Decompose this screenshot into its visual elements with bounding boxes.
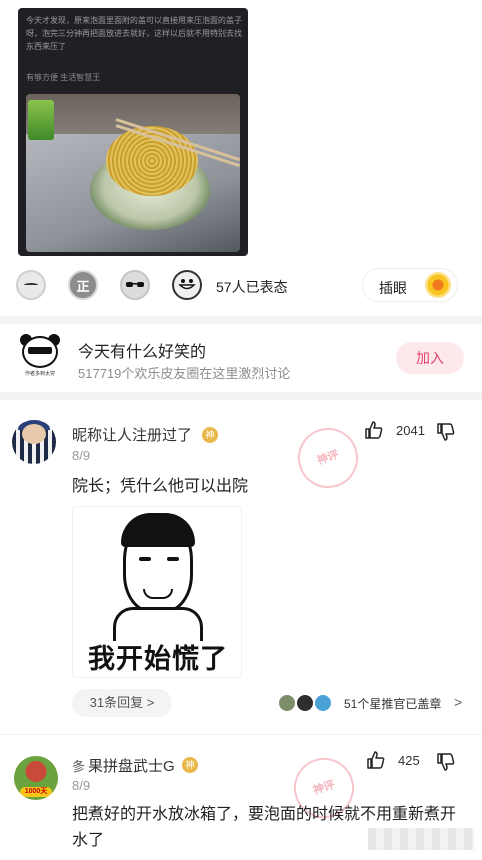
sunglasses-emoji-icon[interactable] — [120, 270, 150, 300]
comment-date: 8/9 — [72, 448, 91, 463]
god-comment-badge: 神 — [202, 427, 218, 443]
comment-divider — [0, 734, 482, 735]
join-button[interactable]: 加入 — [396, 342, 464, 374]
circle-row[interactable]: 作者多到太穷 今天有什么好笑的 517719个欢乐皮友圈在这里激烈讨论 加入 — [0, 324, 482, 390]
circle-title: 今天有什么好笑的 — [78, 344, 207, 361]
reaction-bar: 正 57人已表态 插眼 — [16, 268, 466, 304]
stamper-avatars[interactable] — [278, 694, 338, 712]
post-text: 今天才发现，原来泡面里面附的盖可以直接用来压泡面的盖子呀，泡完三分钟再把面放进去… — [26, 16, 242, 51]
avatar-tag: 1000天 — [20, 787, 52, 797]
comment-text: 院长；凭什么他可以出院 — [72, 478, 249, 495]
avatar — [278, 694, 296, 712]
post-signature: 有够方便 生活智慧王 — [26, 73, 101, 82]
pick-button[interactable]: 插眼 — [362, 268, 458, 302]
comment-author[interactable]: 昵称让人注册过了 — [72, 424, 192, 445]
post-image[interactable]: 今天才发现，原来泡面里面附的盖可以直接用来压泡面的盖子呀，泡完三分钟再把面放进去… — [18, 8, 248, 256]
drink-can — [28, 100, 54, 140]
avatar — [296, 694, 314, 712]
comment-author-prefix: 㣊 — [72, 759, 86, 774]
blurred-overlay — [368, 828, 474, 850]
stamp-count[interactable]: 51个星推官已盖章 — [344, 695, 441, 712]
thumbs-down-icon[interactable] — [436, 752, 456, 772]
meme-image[interactable]: 我开始慌了 — [72, 506, 242, 678]
circle-subtitle: 517719个欢乐皮友圈在这里激烈讨论 — [78, 366, 291, 381]
section-divider — [0, 392, 482, 400]
laugh-emoji-icon[interactable] — [16, 270, 46, 300]
thumbs-down-icon[interactable] — [436, 422, 456, 442]
like-count: 2041 — [396, 423, 425, 438]
god-comment-badge: 神 — [182, 757, 198, 773]
comment-author[interactable]: 果拼盘武士G — [88, 755, 175, 776]
avatar[interactable]: 1000天 — [14, 756, 58, 800]
sunflower-icon — [425, 272, 451, 298]
thumbs-up-icon[interactable] — [366, 750, 386, 770]
panda-glasses-icon — [28, 347, 52, 354]
replies-button[interactable]: 31条回复 > — [72, 689, 172, 717]
zheng-emoji-icon[interactable]: 正 — [68, 270, 98, 300]
circle-avatar: 作者多到太穷 — [18, 334, 62, 378]
god-comment-stamp: 神评 — [290, 420, 366, 496]
grin-emoji-icon[interactable] — [172, 270, 202, 300]
like-count: 425 — [398, 753, 420, 768]
meme-caption: 我开始慌了 — [88, 644, 228, 674]
section-divider — [0, 316, 482, 324]
reaction-count: 57人已表态 — [216, 279, 288, 295]
circle-avatar-caption: 作者多到太穷 — [24, 371, 55, 377]
comment-date: 8/9 — [72, 778, 91, 793]
thumbs-up-icon[interactable] — [364, 420, 384, 440]
chevron-right-icon[interactable]: > — [454, 694, 462, 710]
noodle-photo — [26, 94, 240, 252]
avatar — [314, 694, 332, 712]
pick-label: 插眼 — [379, 280, 407, 296]
avatar[interactable] — [12, 420, 56, 464]
